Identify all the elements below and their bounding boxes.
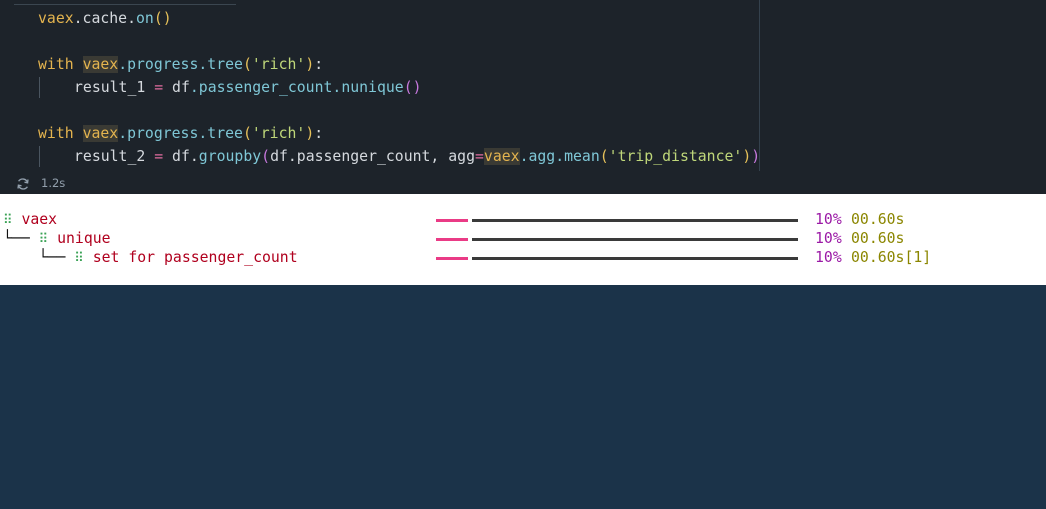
progress-bar-track <box>472 219 798 222</box>
progress-time: 00.60s <box>851 230 905 247</box>
progress-percent: 10% <box>815 249 842 266</box>
progress-percent: 10% <box>815 230 842 247</box>
cell-divider <box>759 0 760 171</box>
progress-row-vaex: ⠿ vaex <box>3 211 58 228</box>
execution-time: 1.2s <box>41 176 66 190</box>
spinner-icon: ⠿ <box>38 232 49 247</box>
progress-row-set: └── ⠿ set for passenger_count <box>3 249 298 266</box>
progress-bar-fill <box>436 219 468 222</box>
spinner-icon: ⠿ <box>3 213 13 228</box>
refresh-icon[interactable] <box>16 176 30 190</box>
cell-top-edge <box>14 0 236 5</box>
progress-percent: 10% <box>815 211 842 228</box>
progress-bar-track <box>472 257 798 260</box>
progress-time: 00.60s[1] <box>851 249 932 266</box>
progress-bar-fill <box>436 238 468 241</box>
code-line-3[interactable]: result_1 = df.passenger_count.nunique() <box>74 78 422 98</box>
execution-status: 1.2s <box>16 174 65 192</box>
progress-row-unique: └── ⠿ unique <box>3 230 111 247</box>
progress-bar-track <box>472 238 798 241</box>
code-cell[interactable]: vaex.cache.on() with vaex.progress.tree(… <box>0 0 1046 194</box>
code-line-5[interactable]: result_2 = df.groupby(df.passenger_count… <box>74 147 760 167</box>
progress-output: ⠿ vaex 10% 00.60s └── ⠿ unique 10% 00.60… <box>0 194 1046 285</box>
code-line-1[interactable]: vaex.cache.on() <box>38 9 172 29</box>
indent-guide <box>39 77 40 98</box>
code-line-4[interactable]: with vaex.progress.tree('rich'): <box>38 124 323 144</box>
spinner-icon: ⠿ <box>74 251 84 266</box>
indent-guide <box>39 146 40 167</box>
code-line-2[interactable]: with vaex.progress.tree('rich'): <box>38 55 323 75</box>
progress-bar-fill <box>436 257 468 260</box>
progress-time: 00.60s <box>851 211 905 228</box>
